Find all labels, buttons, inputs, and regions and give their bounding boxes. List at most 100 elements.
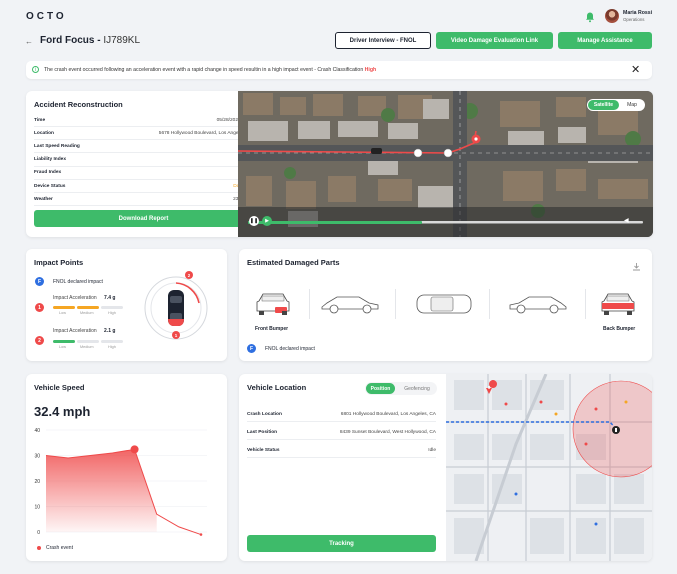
- location-row-value: Idle: [428, 448, 436, 453]
- location-row-value: 6801 Hollywood Boulevard, Los Angeles, C…: [340, 412, 436, 417]
- front-bumper-label: Front Bumper: [255, 326, 289, 332]
- impact-title: Impact Points: [34, 258, 84, 267]
- location-row: Last Position 8439 Sunset Boulevard, West…: [247, 426, 436, 440]
- accident-row-key: Device Status: [34, 183, 66, 189]
- map-pin-label[interactable]: 5: [486, 385, 492, 390]
- location-card: Vehicle Location Position Geofencing Cra…: [239, 374, 652, 561]
- accident-row-key: Fraud Index: [34, 170, 62, 176]
- level-seg-2a: [53, 340, 75, 343]
- alert-banner: i The crash event occurred following an …: [26, 61, 652, 79]
- back-bumper-label: Back Bumper: [603, 326, 636, 332]
- accident-row: Fraud Index24: [34, 167, 254, 180]
- speed-ytick: 0: [37, 530, 40, 536]
- vehicle-model: Ford Focus -: [40, 35, 101, 46]
- accident-row-key: Weather: [34, 196, 53, 202]
- tab-position[interactable]: Position: [366, 383, 395, 394]
- damaged-parts-card: Estimated Damaged Parts Front Bumper Bac…: [239, 249, 652, 361]
- impact-marker-1[interactable]: 1: [172, 331, 180, 339]
- accident-card: Accident Reconstruction Time 05/28/2024 1…: [26, 91, 653, 237]
- impact-label-text-2: Impact Acceleration: [53, 328, 97, 334]
- impact-marker-2[interactable]: 2: [185, 271, 193, 279]
- fnol-badge: F: [35, 277, 44, 286]
- speed-value: 32.4 mph: [34, 404, 91, 419]
- location-row: Crash Location 6801 Hollywood Boulevard, …: [247, 408, 436, 422]
- impact-badge-1: 1: [35, 303, 44, 312]
- crash-legend-label: Crash event: [46, 545, 73, 551]
- vehicle-plate: IJ789KL: [103, 35, 141, 46]
- manage-assistance-button[interactable]: Manage Assistance: [558, 32, 652, 49]
- crash-legend-dot: [37, 546, 41, 550]
- car-side-left: [319, 293, 381, 315]
- divider-1: [309, 289, 310, 319]
- back-arrow-icon[interactable]: ←: [25, 37, 33, 46]
- tab-geofencing[interactable]: Geofencing: [398, 383, 436, 394]
- close-icon[interactable]: ✕: [631, 63, 640, 76]
- speed-ytick: 30: [34, 453, 40, 459]
- map-toggle[interactable]: Map: [620, 100, 644, 110]
- accident-row: Weather23 °C ☁: [34, 193, 254, 207]
- accident-row: Device StatusDamaged: [34, 180, 254, 193]
- fnol-label: FNOL declared impact: [53, 279, 103, 285]
- speed-chart: 40 30 20 10 0: [34, 428, 207, 536]
- play-icon[interactable]: ▶: [262, 216, 272, 226]
- impact-value-2: 2.1 g: [104, 328, 116, 334]
- divider-3: [489, 289, 490, 319]
- level-seg-1c: [101, 306, 123, 309]
- pause-icon[interactable]: ❚❚: [249, 216, 259, 226]
- level-low-2: Low: [59, 345, 66, 349]
- accident-row-key: Last Speed Reading: [34, 143, 80, 149]
- accident-row-key: Time: [34, 117, 46, 123]
- level-seg-1a: [53, 306, 75, 309]
- street-map[interactable]: 5: [446, 374, 652, 561]
- damaged-parts-title: Estimated Damaged Parts: [247, 258, 340, 267]
- impact-badge-2: 2: [35, 336, 44, 345]
- speed-area: [46, 449, 157, 532]
- impact-value-1: 7.4 g: [104, 295, 116, 301]
- avatar[interactable]: [605, 9, 619, 23]
- speed-title: Vehicle Speed: [34, 383, 85, 392]
- level-medium-2: Medium: [80, 345, 94, 349]
- speed-card: Vehicle Speed 32.4 mph 40 30 20 10 0 Crash e…: [26, 374, 227, 561]
- location-title: Vehicle Location: [247, 383, 307, 392]
- playback-progress[interactable]: [248, 221, 422, 224]
- speed-ytick: 20: [34, 479, 40, 485]
- impact-label-text-1: Impact Acceleration: [53, 295, 97, 301]
- fnol-label-parts: FNOL declared impact: [265, 346, 315, 352]
- driver-interview-button[interactable]: Driver Interview - FNOL: [335, 32, 431, 49]
- satellite-map[interactable]: ❚❚ ▶ ◀ Satellite Map: [238, 91, 653, 237]
- location-row-key: Vehicle Status: [247, 448, 280, 453]
- satellite-toggle[interactable]: Satellite: [588, 100, 619, 110]
- level-high-2: High: [108, 345, 116, 349]
- level-seg-1b: [77, 306, 99, 309]
- divider-2: [395, 289, 396, 319]
- fnol-badge-parts: F: [247, 344, 256, 353]
- tracking-button[interactable]: Tracking: [247, 535, 436, 552]
- divider-4: [585, 289, 586, 319]
- alert-message: The crash event occurred following an ac…: [44, 67, 364, 73]
- info-icon: i: [32, 66, 39, 73]
- car-side-right: [507, 293, 569, 315]
- user-role: Operations: [623, 17, 645, 22]
- impact-card: Impact Points F FNOL declared impact 1 I…: [26, 249, 227, 361]
- accident-row: Liability Index80: [34, 154, 254, 167]
- car-top-view: [413, 291, 475, 317]
- accident-row-key: Location: [34, 130, 54, 136]
- volume-icon[interactable]: ◀: [624, 217, 629, 224]
- crash-classification: High: [364, 67, 377, 73]
- notification-bell-icon[interactable]: [584, 10, 596, 23]
- location-row: Vehicle Status Idle: [247, 444, 436, 458]
- level-low-1: Low: [59, 311, 66, 315]
- video-damage-button[interactable]: Video Damage Evaluation Link: [436, 32, 553, 49]
- level-medium-1: Medium: [80, 311, 94, 315]
- location-row-key: Crash Location: [247, 412, 282, 417]
- download-report-button[interactable]: Download Report: [34, 210, 253, 227]
- download-icon[interactable]: [632, 258, 641, 271]
- car-front-view: [253, 289, 293, 319]
- level-high-1: High: [108, 311, 116, 315]
- level-seg-2c: [101, 340, 123, 343]
- accident-row: Location 5678 Hollywood Boulevard, Los An…: [34, 127, 254, 141]
- accident-title: Accident Reconstruction: [34, 100, 123, 109]
- alert-text: The crash event occurred following an ac…: [44, 67, 376, 73]
- accident-row-key: Liability Index: [34, 157, 66, 163]
- accident-row: Last Speed Reading34 mph: [34, 140, 254, 154]
